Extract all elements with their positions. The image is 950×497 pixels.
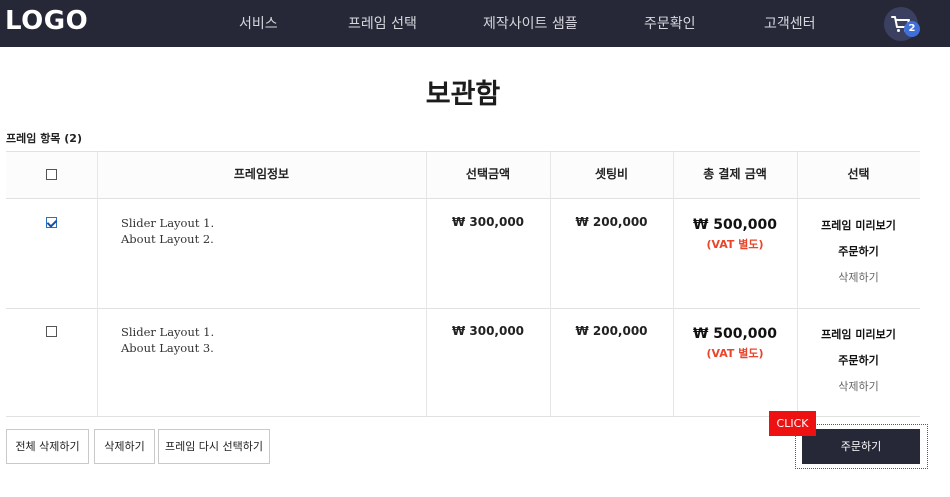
- click-hint-tag: CLICK: [769, 411, 816, 436]
- table-row-divider: [6, 308, 920, 309]
- header-total-payment: 총 결제 금액: [703, 167, 767, 181]
- row-1-total: ₩ 500,000: [692, 217, 778, 233]
- delete-button[interactable]: 삭제하기: [94, 429, 155, 464]
- nav-item-sample-sites[interactable]: 제작사이트 샘플: [483, 13, 578, 33]
- row-checkbox-1[interactable]: [46, 217, 57, 228]
- row-2-select-price: ₩ 300,000: [451, 324, 525, 338]
- header-select-price: 선택금액: [465, 167, 511, 181]
- row-2-info-line-2: About Layout 3.: [121, 341, 214, 355]
- reselect-frame-button[interactable]: 프레임 다시 선택하기: [158, 429, 270, 464]
- row-2-setting-fee: ₩ 200,000: [575, 324, 648, 338]
- row-1-delete-link[interactable]: 삭제하기: [797, 269, 920, 285]
- order-button[interactable]: 주문하기: [802, 429, 920, 464]
- row-2-preview-link[interactable]: 프레임 미리보기: [797, 326, 920, 342]
- row-1-order-link[interactable]: 주문하기: [797, 243, 920, 259]
- row-2-vat-note: (VAT 별도): [706, 347, 764, 360]
- row-1-vat-note: (VAT 별도): [706, 238, 764, 251]
- row-2-total: ₩ 500,000: [692, 326, 778, 342]
- select-all-checkbox[interactable]: [46, 169, 57, 180]
- nav-item-frame-select[interactable]: 프레임 선택: [348, 13, 417, 33]
- row-1-info-line-2: About Layout 2.: [121, 232, 214, 246]
- row-1-setting-fee: ₩ 200,000: [575, 215, 648, 229]
- section-label: 프레임 항목 (2): [6, 132, 82, 145]
- row-1-info-line-1: Slider Layout 1.: [121, 216, 215, 230]
- top-nav-bar: LOGO 서비스 프레임 선택 제작사이트 샘플 주문확인 고객센터 2: [0, 0, 950, 47]
- nav-item-order-check[interactable]: 주문확인: [644, 13, 696, 33]
- logo[interactable]: LOGO: [5, 6, 88, 36]
- nav-item-service[interactable]: 서비스: [239, 13, 278, 33]
- row-2-order-link[interactable]: 주문하기: [797, 352, 920, 368]
- cart-count-badge: 2: [904, 21, 920, 37]
- header-frame-info: 프레임정보: [233, 167, 290, 181]
- page-title: 보관함: [425, 79, 501, 110]
- row-1-preview-link[interactable]: 프레임 미리보기: [797, 217, 920, 233]
- row-2-delete-link[interactable]: 삭제하기: [797, 378, 920, 394]
- row-1-select-price: ₩ 300,000: [451, 215, 525, 229]
- header-setting-fee: 셋팅비: [594, 167, 629, 181]
- header-select: 선택: [847, 167, 870, 181]
- delete-all-button[interactable]: 전체 삭제하기: [6, 429, 89, 464]
- table-header-divider: [6, 198, 920, 199]
- row-2-info-line-1: Slider Layout 1.: [121, 325, 215, 339]
- nav-item-customer-center[interactable]: 고객센터: [764, 13, 816, 33]
- frame-table: 프레임정보 선택금액 셋팅비 총 결제 금액 선택 Slider Layout …: [6, 151, 920, 417]
- row-checkbox-2[interactable]: [46, 326, 57, 337]
